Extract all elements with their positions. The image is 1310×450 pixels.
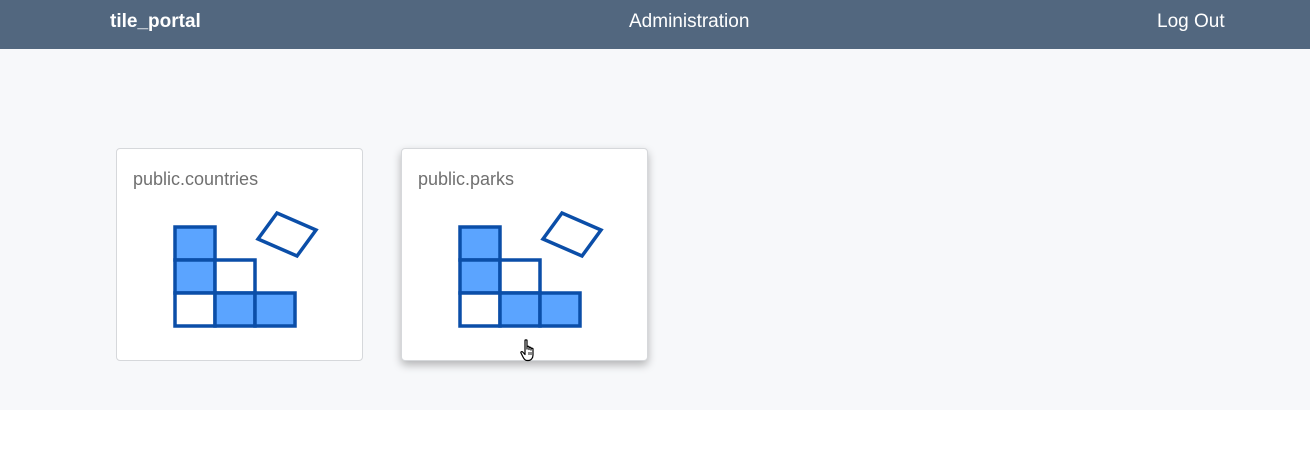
tile-layer-icon — [458, 210, 604, 328]
layer-card-title: public.parks — [418, 169, 515, 189]
nav-logout-link[interactable]: Log Out — [1157, 11, 1225, 33]
layer-card-title: public.countries — [133, 169, 259, 189]
top-navbar: tile_portal Administration Log Out — [0, 0, 1310, 49]
tile-layer-icon — [173, 210, 319, 328]
nav-administration-link[interactable]: Administration — [629, 11, 749, 33]
layer-card-countries[interactable]: public.countries — [116, 148, 363, 361]
brand-link[interactable]: tile_portal — [110, 11, 201, 33]
layer-card-parks[interactable]: public.parks — [401, 148, 648, 361]
